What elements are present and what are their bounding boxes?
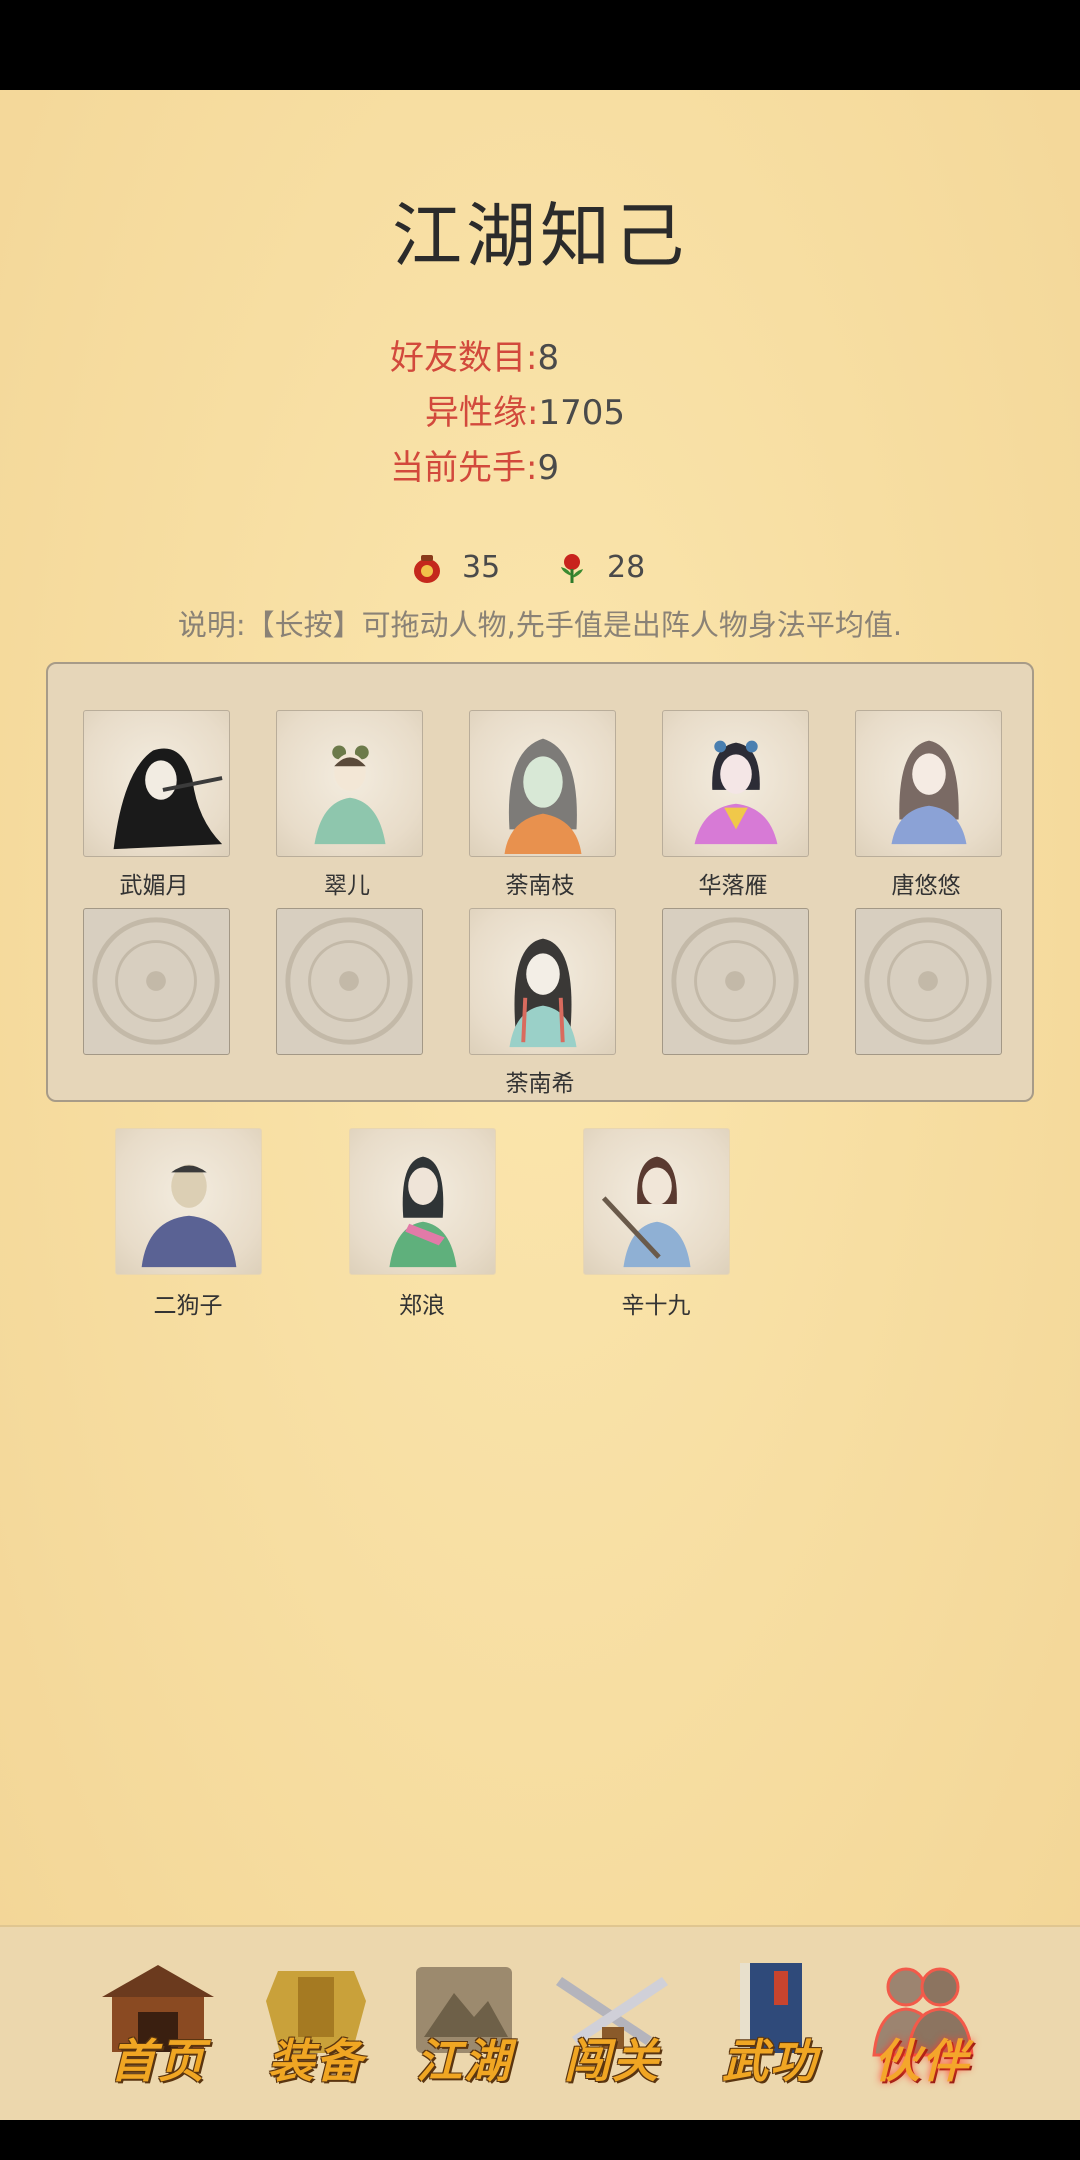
bench-slot-3[interactable]	[583, 1128, 730, 1275]
portrait-slot-3[interactable]	[469, 710, 616, 857]
character-name: 二狗子	[153, 1293, 223, 1319]
character-name: 华落雁	[698, 873, 768, 899]
friends-count: 好友数目:8	[390, 338, 560, 378]
character-portrait	[314, 745, 386, 845]
friends-page: 江湖知己 好友数目:8 异性缘:1705 当前先手:9 35 28 说明:【长按…	[0, 90, 1080, 2120]
bench-slot-2[interactable]	[349, 1128, 496, 1275]
character-name: 唐悠悠	[891, 873, 961, 899]
empty-slot-3[interactable]	[662, 908, 809, 1055]
character-portrait	[601, 1156, 691, 1268]
portrait-slot-4[interactable]	[662, 710, 809, 857]
character-portrait	[389, 1156, 457, 1268]
character-name: 辛十九	[621, 1293, 691, 1319]
empty-slot-emblem-icon	[671, 917, 799, 1045]
empty-slot-2[interactable]	[276, 908, 423, 1055]
character-name: 荼南枝	[505, 873, 575, 899]
portrait-slot-6[interactable]	[469, 908, 616, 1055]
empty-slot-emblem-icon	[92, 917, 220, 1045]
nav-equipment[interactable]: 装备	[246, 1957, 386, 2097]
portrait-slot-2[interactable]	[276, 710, 423, 857]
character-portrait	[509, 938, 577, 1048]
nav-challenge[interactable]: 闯关	[542, 1957, 682, 2097]
empty-slot-4[interactable]	[855, 908, 1002, 1055]
rose-icon	[555, 551, 589, 585]
character-name: 翠儿	[324, 873, 370, 899]
resources: 35 28	[0, 550, 1080, 600]
portrait-slot-1[interactable]	[83, 710, 230, 857]
nav-martial-arts[interactable]: 武功	[700, 1957, 840, 2097]
rose-resource: 28	[555, 550, 645, 585]
character-name: 武媚月	[119, 873, 189, 899]
page-title: 江湖知己	[392, 195, 688, 277]
character-portrait	[141, 1164, 237, 1268]
character-name: 荼南希	[505, 1071, 575, 1097]
affinity-stat: 异性缘:1705	[425, 393, 625, 433]
character-portrait	[694, 740, 778, 845]
bench-slot-1[interactable]	[115, 1128, 262, 1275]
wine-resource: 35	[410, 550, 500, 585]
character-portrait	[113, 748, 223, 850]
system-bottom-bar	[0, 2120, 1080, 2160]
character-name: 郑浪	[399, 1293, 445, 1319]
empty-slot-1[interactable]	[83, 908, 230, 1055]
character-portrait	[891, 740, 967, 845]
portrait-slot-5[interactable]	[855, 710, 1002, 857]
empty-slot-emblem-icon	[285, 917, 413, 1045]
nav-partners[interactable]: 伙伴	[852, 1957, 992, 2097]
character-portrait	[504, 738, 582, 855]
nav-home[interactable]: 首页	[88, 1957, 228, 2097]
instruction-note: 说明:【长按】可拖动人物,先手值是出阵人物身法平均值.	[177, 608, 903, 642]
wine-jar-icon	[410, 551, 444, 585]
status-bar	[0, 0, 1080, 90]
initiative-stat: 当前先手:9	[390, 448, 560, 488]
empty-slot-emblem-icon	[864, 917, 992, 1045]
team-panel: 武媚月 翠儿 荼南枝 华落雁 唐悠悠 荼南希	[46, 662, 1034, 1102]
nav-jianghu[interactable]: 江湖	[394, 1957, 534, 2097]
bottom-navigation: 首页 装备 江湖 闯关 武功 伙伴	[0, 1925, 1080, 2122]
